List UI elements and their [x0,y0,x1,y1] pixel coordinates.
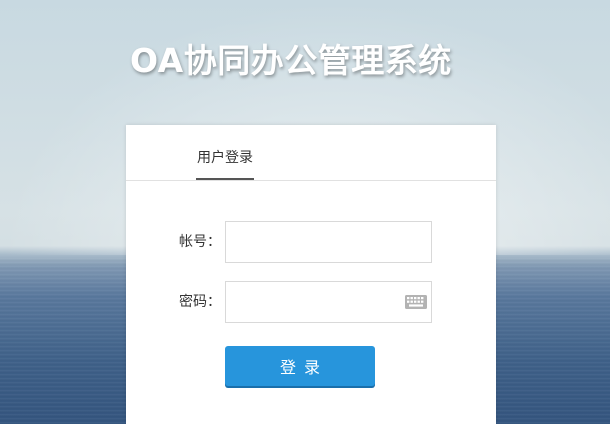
account-label: 帐号： [179,234,221,250]
tab-user-login[interactable]: 用户登录 [196,148,254,180]
app-title: OA协同办公管理系统 [130,41,452,80]
login-panel: 用户登录 帐号： 密码： 登录 [126,125,496,424]
password-label: 密码： [179,294,221,310]
login-tab-bar: 用户登录 [126,125,496,181]
keyboard-icon[interactable] [405,295,427,309]
password-input[interactable] [225,281,432,323]
login-button[interactable]: 登录 [225,346,375,386]
account-input[interactable] [225,221,432,263]
